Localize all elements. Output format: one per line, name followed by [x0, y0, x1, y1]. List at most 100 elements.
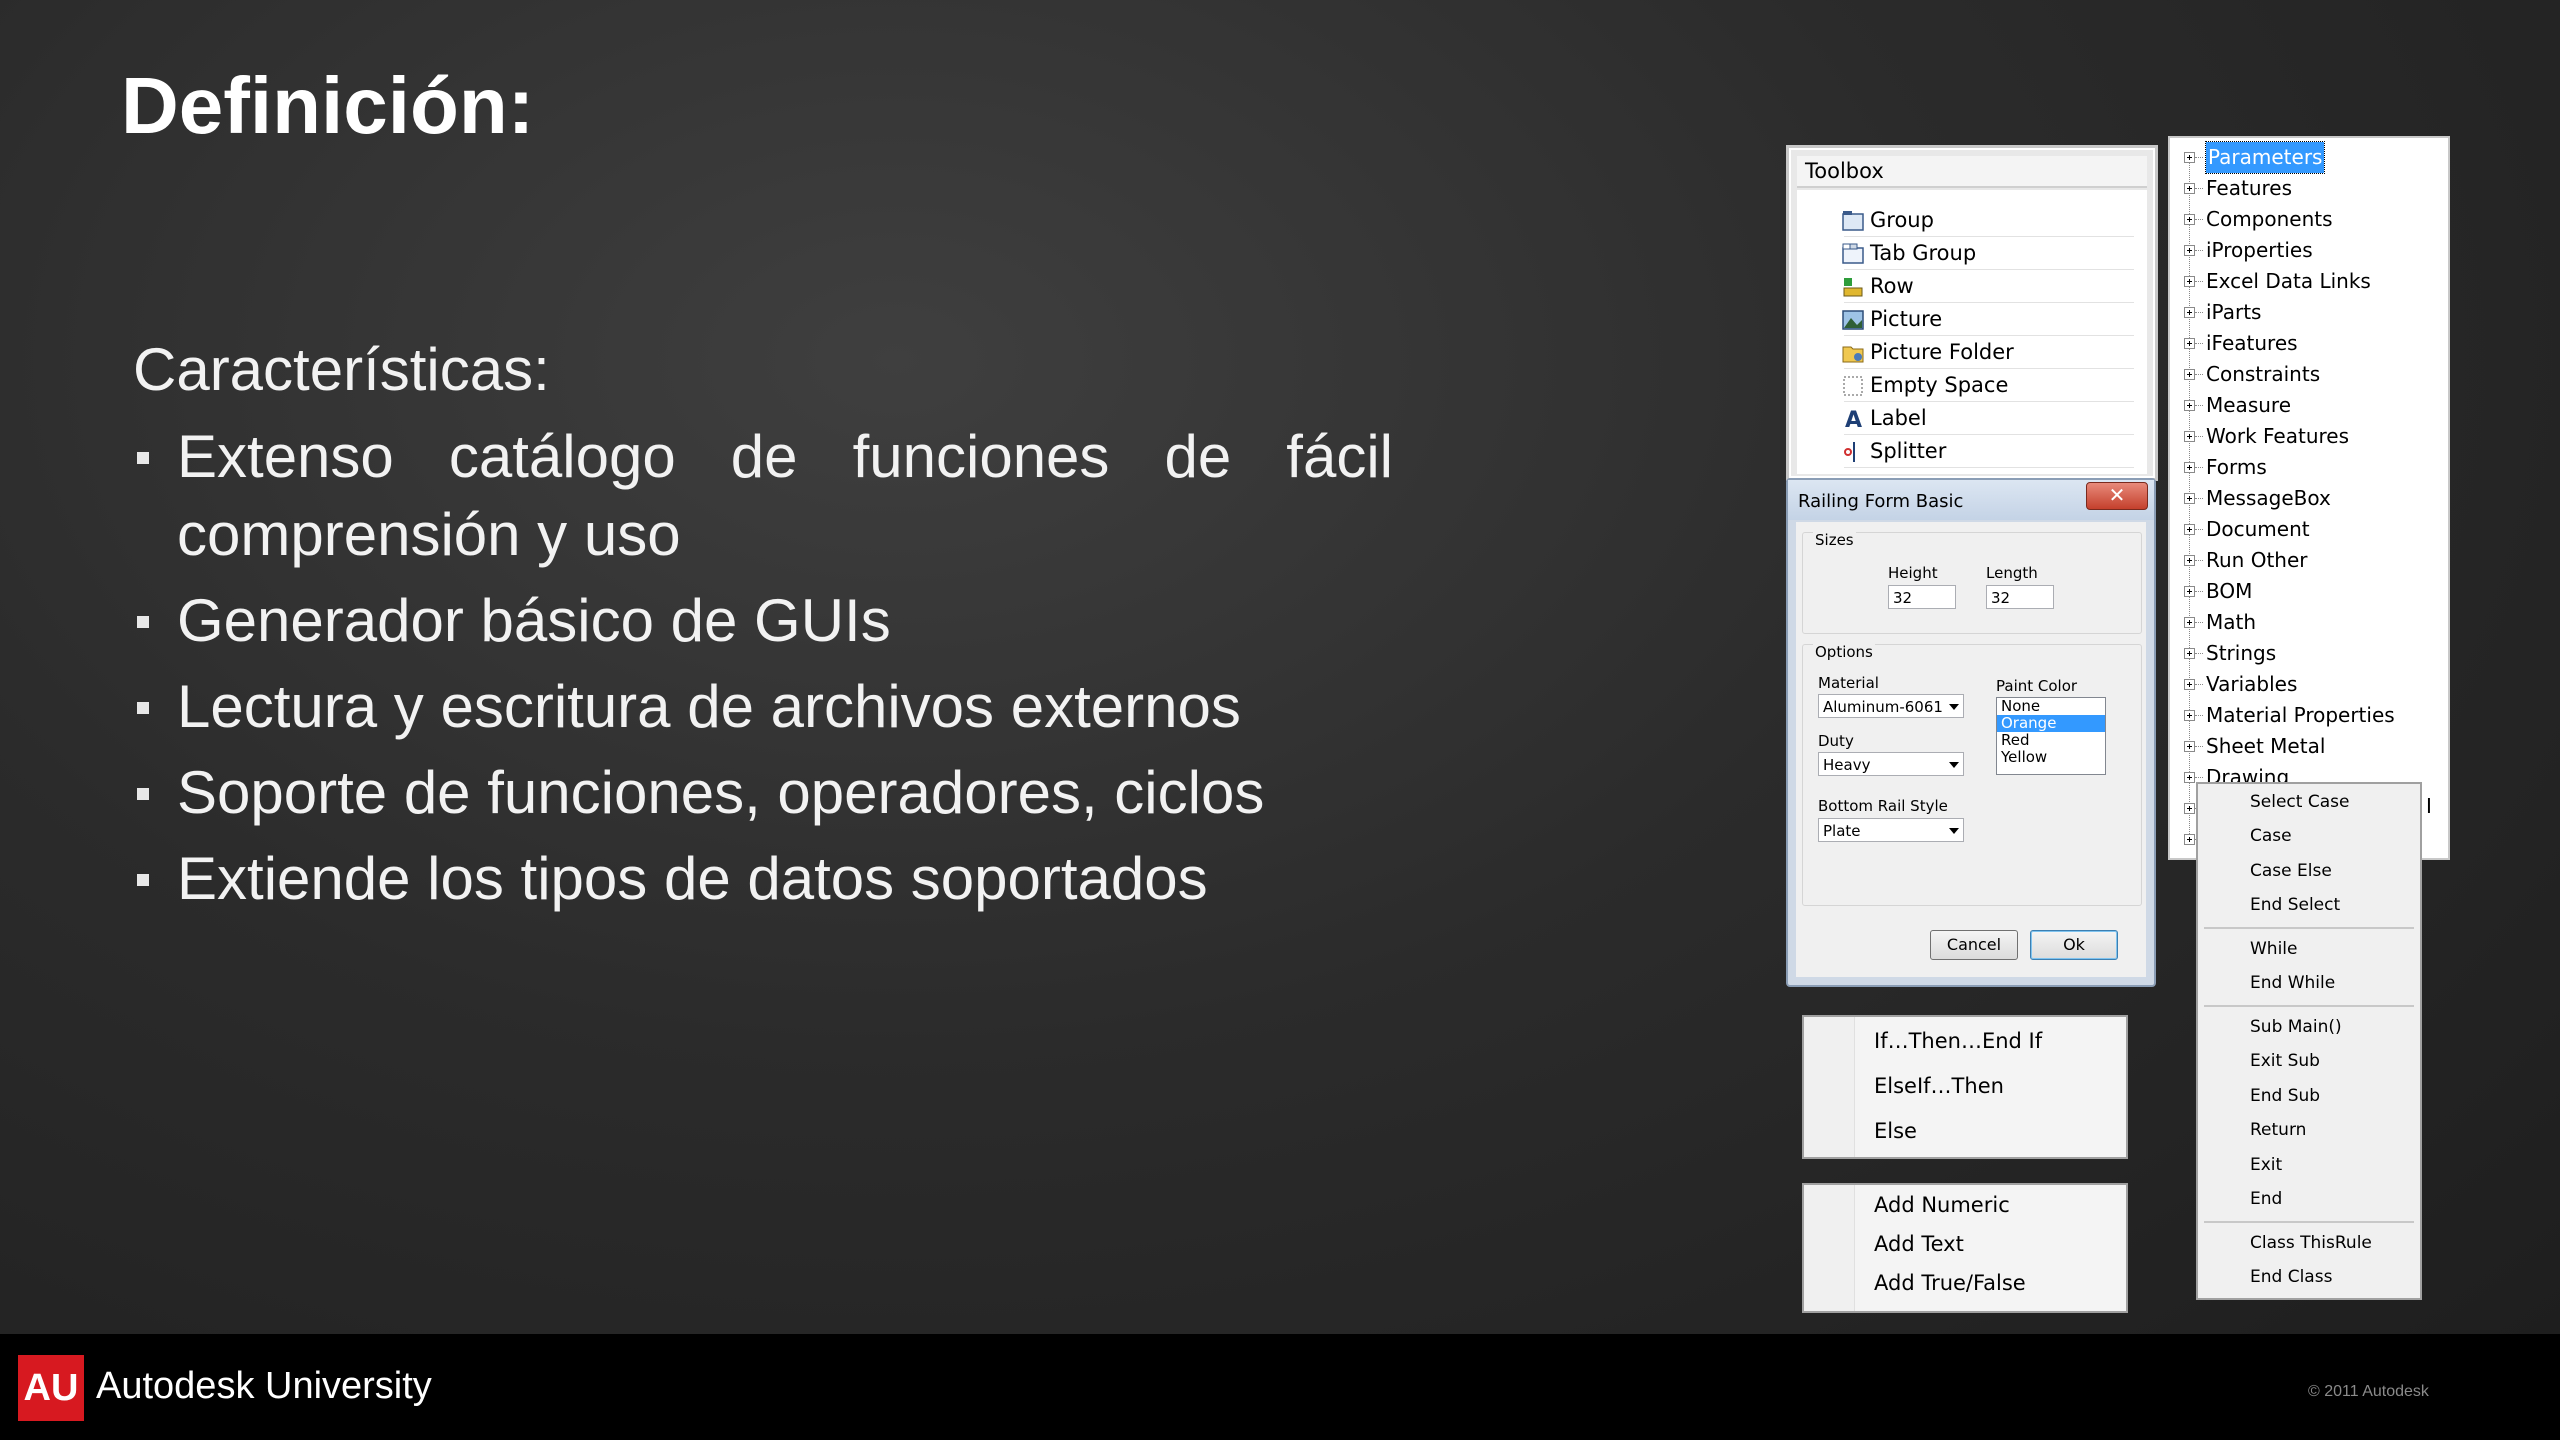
bullet-square-icon — [137, 452, 149, 464]
length-label: Length — [1986, 564, 2038, 582]
expand-icon[interactable] — [2184, 524, 2195, 535]
toolbox-panel: Toolbox Group Tab Group Row Picture Pict… — [1786, 145, 2158, 481]
menu-item-case[interactable]: Case — [2250, 826, 2292, 846]
row-icon — [1841, 275, 1867, 297]
material-label: Material — [1818, 674, 1879, 692]
expand-icon[interactable] — [2184, 555, 2195, 566]
expand-icon[interactable] — [2184, 276, 2195, 287]
height-input[interactable]: 32 — [1888, 585, 1956, 609]
material-select[interactable]: Aluminum-6061 — [1818, 694, 1964, 718]
menu-item-end-select[interactable]: End Select — [2250, 895, 2340, 915]
expand-icon[interactable] — [2184, 369, 2195, 380]
bullet-item: Soporte de funciones, operadores, ciclos — [133, 754, 1393, 832]
expand-icon[interactable] — [2184, 245, 2195, 256]
menu-item-return[interactable]: Return — [2250, 1120, 2306, 1140]
expand-icon[interactable] — [2184, 431, 2195, 442]
expand-icon[interactable] — [2184, 214, 2195, 225]
expand-icon[interactable] — [2184, 183, 2195, 194]
paint-color-list[interactable]: None Orange Red Yellow — [1996, 697, 2106, 775]
chevron-down-icon — [1949, 762, 1959, 768]
menu-item-add-text[interactable]: Add Text — [1804, 1232, 2126, 1256]
menu-item-class-thisrule[interactable]: Class ThisRule — [2250, 1233, 2372, 1253]
splitter-icon — [1841, 440, 1867, 462]
bottom-rail-select[interactable]: Plate — [1818, 818, 1964, 842]
paint-color-label: Paint Color — [1996, 677, 2078, 695]
toolbox-item-picture-folder[interactable]: Picture Folder — [1842, 336, 2134, 369]
expand-icon[interactable] — [2184, 803, 2195, 814]
menu-separator — [2204, 927, 2414, 929]
group-icon — [1841, 209, 1867, 231]
expand-icon[interactable] — [2184, 710, 2195, 721]
expand-icon[interactable] — [2184, 152, 2195, 163]
bullet-item: Lectura y escritura de archivos externos — [133, 668, 1393, 746]
ok-button[interactable]: Ok — [2030, 930, 2118, 960]
menu-separator — [2204, 1221, 2414, 1223]
menu-item-end-class[interactable]: End Class — [2250, 1267, 2332, 1287]
menu-item-else[interactable]: Else — [1804, 1119, 2126, 1143]
menu-item-select-case[interactable]: Select Case — [2250, 792, 2349, 812]
close-button[interactable]: ✕ — [2086, 482, 2148, 510]
toolbox-title: Toolbox — [1797, 156, 2147, 188]
menu-item-exit-sub[interactable]: Exit Sub — [2250, 1051, 2320, 1071]
toolbox-item-empty-space[interactable]: Empty Space — [1841, 369, 2134, 402]
bottom-rail-label: Bottom Rail Style — [1818, 797, 1948, 815]
expand-icon[interactable] — [2184, 462, 2195, 473]
paint-option[interactable]: Red — [1997, 732, 2105, 749]
toolbox-item-picture[interactable]: Picture — [1842, 303, 2134, 336]
if-then-menu: If…Then…End If ElseIf…Then Else — [1802, 1015, 2128, 1159]
label-icon: A — [1841, 407, 1867, 433]
toolbox-item-group[interactable]: Group — [1841, 204, 2134, 237]
svg-text:A: A — [1845, 408, 1862, 430]
bullet-item: Extiende los tipos de datos soportados — [133, 840, 1393, 918]
menu-item-while[interactable]: While — [2250, 939, 2298, 959]
code-snippet-menu: Select Case Case Case Else End Select Wh… — [2196, 782, 2422, 1300]
expand-icon[interactable] — [2184, 834, 2195, 845]
menu-item-end-sub[interactable]: End Sub — [2250, 1086, 2320, 1106]
menu-item-add-numeric[interactable]: Add Numeric — [1804, 1193, 2126, 1217]
expand-icon[interactable] — [2184, 586, 2195, 597]
cancel-button[interactable]: Cancel — [1930, 930, 2018, 960]
railing-form-dialog: Railing Form Basic ✕ Sizes Height 32 Len… — [1786, 478, 2156, 987]
height-label: Height — [1888, 564, 1938, 582]
menu-item-elseif[interactable]: ElseIf…Then — [1804, 1074, 2126, 1098]
add-parameter-menu: Add Numeric Add Text Add True/False — [1802, 1183, 2128, 1313]
expand-icon[interactable] — [2184, 679, 2195, 690]
menu-item-exit[interactable]: Exit — [2250, 1155, 2282, 1175]
menu-item-if-then[interactable]: If…Then…End If — [1804, 1029, 2126, 1053]
slide-title: Definición: — [121, 61, 535, 150]
expand-icon[interactable] — [2184, 617, 2195, 628]
menu-item-case-else[interactable]: Case Else — [2250, 861, 2332, 881]
bullet-square-icon — [137, 874, 149, 886]
toolbox-item-row[interactable]: Row — [1841, 270, 2134, 303]
menu-item-sub-main[interactable]: Sub Main() — [2250, 1017, 2342, 1037]
length-input[interactable]: 32 — [1986, 585, 2054, 609]
menu-item-add-true-false[interactable]: Add True/False — [1804, 1271, 2126, 1295]
expand-icon[interactable] — [2184, 493, 2195, 504]
paint-option[interactable]: None — [1997, 698, 2105, 715]
chevron-down-icon — [1949, 828, 1959, 834]
copyright: © 2011 Autodesk — [2308, 1383, 2429, 1400]
expand-icon[interactable] — [2184, 338, 2195, 349]
expand-icon[interactable] — [2184, 400, 2195, 411]
expand-icon[interactable] — [2184, 741, 2195, 752]
options-caption: Options — [1813, 643, 1875, 661]
menu-item-end[interactable]: End — [2250, 1189, 2282, 1209]
tree-node-partial-text: I — [2426, 794, 2432, 818]
paint-option-selected[interactable]: Orange — [1997, 715, 2105, 732]
menu-item-end-while[interactable]: End While — [2250, 973, 2335, 993]
empty-space-icon — [1841, 374, 1867, 396]
expand-icon[interactable] — [2184, 307, 2195, 318]
expand-icon[interactable] — [2184, 772, 2195, 783]
toolbox-item-label[interactable]: A Label — [1844, 402, 2134, 435]
duty-select[interactable]: Heavy — [1818, 752, 1964, 776]
paint-option[interactable]: Yellow — [1997, 749, 2105, 766]
toolbox-item-tab-group[interactable]: Tab Group — [1841, 237, 2134, 270]
sizes-caption: Sizes — [1813, 531, 1856, 549]
chevron-down-icon — [1949, 704, 1959, 710]
subhead: Características: — [133, 336, 550, 403]
bullet-list: Extenso catálogo de funciones de fácil c… — [133, 418, 1393, 926]
duty-label: Duty — [1818, 732, 1854, 750]
expand-icon[interactable] — [2184, 648, 2195, 659]
toolbox-item-splitter[interactable]: Splitter — [1844, 435, 2134, 468]
tab-group-icon — [1841, 242, 1867, 264]
